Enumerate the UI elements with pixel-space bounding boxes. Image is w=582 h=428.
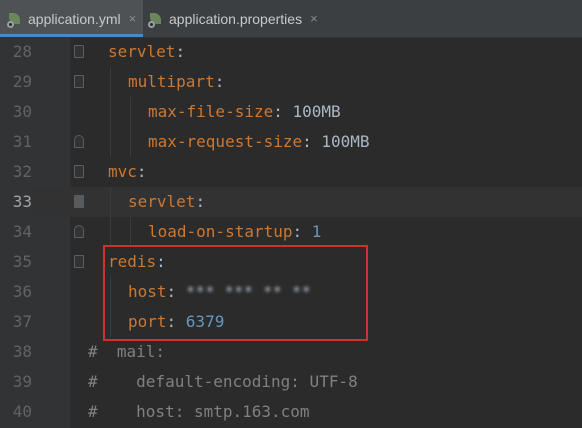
line-number: 33 [0,187,32,217]
yaml-separator: : [136,162,147,181]
yaml-separator: : [302,132,322,151]
fold-marker-icon[interactable] [74,165,84,178]
yaml-key: load-on-startup [148,222,293,241]
yaml-key: max-request-size [148,132,303,151]
yaml-value: 100MB [321,132,370,151]
yaml-separator: : [292,222,312,241]
tab-label: application.properties [169,10,303,27]
line-number: 34 [12,222,32,241]
yaml-separator: : [175,42,186,61]
line-number: 29 [12,72,32,91]
fold-marker-icon[interactable] [74,45,84,58]
line-number: 36 [12,282,32,301]
code-line: 31 max-request-size: 100MB [0,127,582,157]
tab-application-yml[interactable]: application.yml × [0,0,143,37]
code-line: 34 load-on-startup: 1 [0,217,582,247]
yaml-key: multipart [128,72,215,91]
code-line: 32 mvc: [0,157,582,187]
bookmark-icon[interactable] [74,195,84,208]
code-line: 30 max-file-size: 100MB [0,97,582,127]
code-line: 40 # host: smtp.163.com [0,397,582,427]
yaml-separator: : [195,192,206,211]
yaml-separator: : [214,72,225,91]
fold-marker-icon[interactable] [74,75,84,88]
tab-application-properties[interactable]: application.properties × [143,0,318,37]
tab-label: application.yml [28,10,121,27]
line-number: 40 [12,402,32,421]
line-number: 37 [12,312,32,331]
code-line: 29 multipart: [0,67,582,97]
comment-text: # mail: [88,342,166,361]
fold-marker-icon[interactable] [74,255,84,268]
line-number: 35 [12,252,32,271]
line-number: 38 [12,342,32,361]
highlight-box [103,245,368,341]
yaml-key: max-file-size [148,102,274,121]
code-line: 39 # default-encoding: UTF-8 [0,367,582,397]
line-number: 28 [12,42,32,61]
yaml-key: servlet [128,192,196,211]
line-number: 31 [12,132,32,151]
comment-text: # host: smtp.163.com [88,402,310,421]
close-icon[interactable]: × [310,11,318,26]
fold-end-icon[interactable] [74,225,84,238]
line-number: 32 [12,162,32,181]
code-line: 28 servlet: [0,37,582,67]
code-line: 38 # mail: [0,337,582,367]
spring-leaf-icon [7,12,22,28]
comment-text: # default-encoding: UTF-8 [88,372,358,391]
editor-tab-bar: application.yml × application.properties… [0,0,582,38]
yaml-key: servlet [108,42,176,61]
close-icon[interactable]: × [129,11,137,26]
yaml-separator: : [273,102,293,121]
yaml-value: 1 [311,222,322,241]
spring-leaf-icon [148,12,163,28]
line-number: 39 [12,372,32,391]
line-number: 30 [12,102,32,121]
yaml-value: 100MB [292,102,341,121]
fold-end-icon[interactable] [74,135,84,148]
code-line-current: 33 servlet: [0,187,582,217]
code-editor[interactable]: 28 servlet: 29 multipart: 30 max-file-si… [0,37,582,428]
yaml-key: mvc [108,162,137,181]
